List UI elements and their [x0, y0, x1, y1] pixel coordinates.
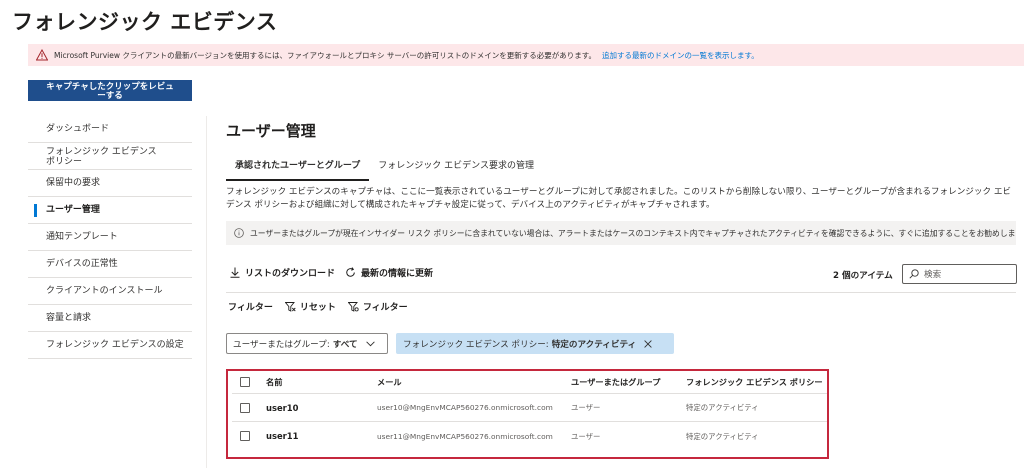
command-bar: リストのダウンロード 最新の情報に更新 [230, 266, 443, 279]
banner-link[interactable]: 追加する最新のドメインの一覧を表示します。 [602, 50, 759, 61]
sidebar-item-client-install[interactable]: クライアントのインストール [28, 278, 192, 305]
user-filter-label: ユーザーまたはグループ: [233, 339, 330, 350]
close-icon[interactable] [644, 339, 652, 348]
tab-evidence-requests[interactable]: フォレンジック エビデンス要求の管理 [369, 158, 543, 181]
sidebar-item-label: ダッシュボード [46, 124, 110, 134]
sidebar-item-user-management[interactable]: ユーザー管理 [28, 197, 192, 224]
sidebar-item-label: 通知テンプレート [46, 232, 118, 242]
reset-filter-button[interactable]: リセット [284, 300, 336, 313]
policy-filter-label: フォレンジック エビデンス ポリシー: [403, 339, 549, 350]
download-icon [230, 267, 240, 278]
sidebar-item-capacity-billing[interactable]: 容量と請求 [28, 305, 192, 332]
cell-type: ユーザー [571, 431, 601, 441]
filter-label: フィルター [228, 300, 273, 313]
chevron-down-icon [365, 340, 375, 346]
filter-button[interactable]: フィルター [347, 300, 408, 313]
cell-policy: 特定のアクティビティ [686, 431, 759, 441]
column-header-type[interactable]: ユーザーまたはグループ [571, 376, 686, 388]
user-group-filter-dropdown[interactable]: ユーザーまたはグループ: すべて [226, 333, 388, 354]
download-label: リストのダウンロード [245, 269, 336, 279]
sidebar-item-label: クライアントのインストール [46, 286, 163, 296]
sidebar-item-notification-templates[interactable]: 通知テンプレート [28, 224, 192, 251]
select-all-checkbox[interactable] [240, 377, 250, 387]
cell-type: ユーザー [571, 403, 601, 412]
column-header-email[interactable]: メール [377, 376, 571, 388]
sidebar-item-label: 容量と請求 [46, 313, 92, 323]
user-filter-value: すべて [332, 339, 358, 350]
column-header-name[interactable]: 名前 [266, 376, 377, 388]
column-header-policy[interactable]: フォレンジック エビデンス ポリシー [686, 376, 826, 388]
sidebar-item-pending-requests[interactable]: 保留中の要求 [28, 170, 192, 197]
filter-button-label: フィルター [362, 303, 408, 313]
tab-approved-users[interactable]: 承認されたユーザーとグループ [226, 158, 370, 181]
section-title: ユーザー管理 [226, 122, 316, 140]
page-title: フォレンジック エビデンス [12, 10, 278, 34]
cell-name: user11 [266, 431, 299, 441]
sidebar-item-label: フォレンジック エビデンスの設定 [46, 340, 184, 350]
table-row[interactable]: user11 user11@MngEnvMCAP560276.onmicroso… [232, 422, 827, 450]
table-header-row: 名前 メール ユーザーまたはグループ フォレンジック エビデンス ポリシー [232, 371, 827, 394]
sidebar-item-label: ユーザー管理 [46, 205, 100, 215]
cell-policy: 特定のアクティビティ [686, 403, 759, 412]
row-checkbox[interactable] [240, 402, 250, 413]
sidebar-divider [206, 116, 207, 468]
select-all-cell [232, 377, 266, 387]
refresh-label: 最新の情報に更新 [361, 269, 434, 279]
banner-text: Microsoft Purview クライアントの最新バージョンを使用するには、… [54, 50, 597, 60]
warning-icon [36, 49, 48, 61]
item-count: 2 個のアイテム [833, 271, 893, 281]
row-select-cell [232, 431, 266, 441]
users-table: 名前 メール ユーザーまたはグループ フォレンジック エビデンス ポリシー us… [232, 371, 827, 450]
review-button-line2: ーする [97, 90, 123, 100]
search-input[interactable]: 検索 [902, 264, 1017, 284]
download-list-button[interactable]: リストのダウンロード [230, 266, 335, 279]
cell-email: user11@MngEnvMCAP560276.onmicrosoft.com [377, 431, 553, 441]
filter-bar: フィルター リセット フィルター [228, 300, 420, 313]
row-select-cell [232, 402, 266, 413]
toolbar-divider [226, 292, 1016, 293]
reset-filter-icon [284, 301, 296, 312]
row-checkbox[interactable] [240, 431, 250, 441]
description-text: フォレンジック エビデンスのキャプチャは、ここに一覧表示されているユーザーとグル… [226, 187, 1012, 210]
refresh-icon [346, 267, 355, 277]
search-icon [909, 269, 919, 279]
refresh-button[interactable]: 最新の情報に更新 [345, 266, 433, 279]
table-row[interactable]: user10 user10@MngEnvMCAP560276.onmicroso… [232, 394, 827, 422]
sidebar: ダッシュボード フォレンジック エビデンス ポリシー 保留中の要求 ユーザー管理… [28, 116, 192, 359]
sidebar-item-label: フォレンジック エビデンス ポリシー [46, 147, 157, 167]
info-message: ユーザーまたはグループが現在インサイダー リスク ポリシーに含まれていない場合は… [226, 221, 1016, 245]
policy-filter-value: 特定のアクティビティ [551, 339, 637, 350]
policy-filter-chip[interactable]: フォレンジック エビデンス ポリシー: 特定のアクティビティ [396, 333, 674, 354]
review-button-line1: キャプチャしたクリップをレビュ [46, 80, 174, 91]
sidebar-item-device-health[interactable]: デバイスの正常性 [28, 251, 192, 278]
cell-email: user10@MngEnvMCAP560276.onmicrosoft.com [377, 403, 553, 412]
filter-label-text: フィルター [228, 303, 273, 313]
filter-icon [347, 301, 359, 312]
info-text: ユーザーまたはグループが現在インサイダー リスク ポリシーに含まれていない場合は… [250, 228, 1016, 238]
sidebar-item-dashboard[interactable]: ダッシュボード [28, 116, 192, 143]
info-icon [234, 228, 244, 238]
search-placeholder: 検索 [924, 270, 942, 280]
review-clips-button[interactable]: キャプチャしたクリップをレビュ ーする [28, 80, 192, 101]
tab-bar: 承認されたユーザーとグループ フォレンジック エビデンス要求の管理 [226, 158, 543, 181]
cell-name: user10 [266, 402, 299, 413]
sidebar-item-label: デバイスの正常性 [46, 259, 118, 269]
warning-banner: Microsoft Purview クライアントの最新バージョンを使用するには、… [28, 44, 1024, 66]
reset-filter-label: リセット [299, 303, 336, 313]
sidebar-item-policy[interactable]: フォレンジック エビデンス ポリシー [28, 143, 192, 170]
sidebar-item-label: 保留中の要求 [46, 178, 101, 188]
sidebar-item-settings[interactable]: フォレンジック エビデンスの設定 [28, 332, 192, 359]
